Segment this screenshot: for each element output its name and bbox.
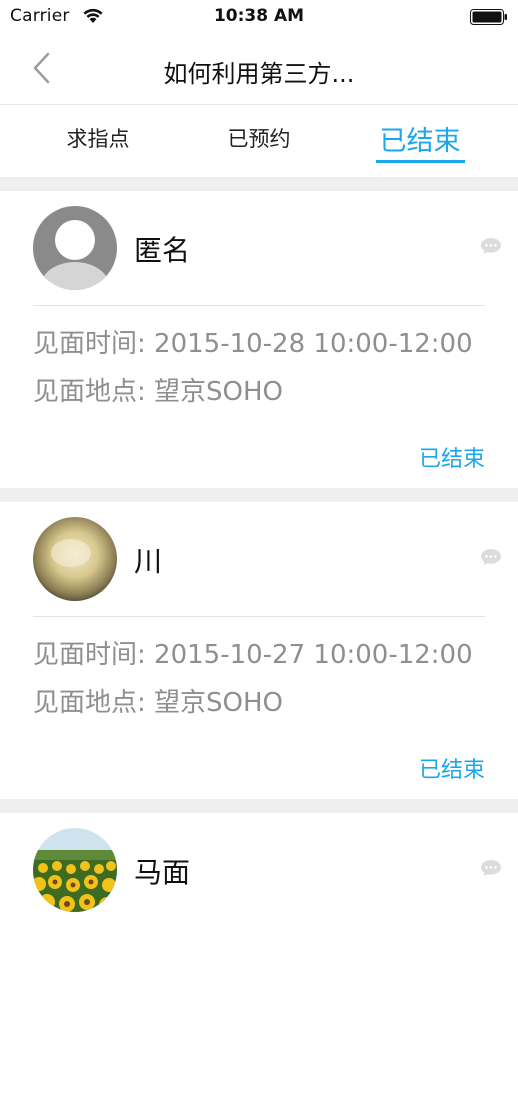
- tab-booked[interactable]: 已预约: [173, 123, 345, 173]
- meeting-time-row: 见面时间: 2015-10-28 10:00-12:00: [33, 323, 473, 360]
- user-name: 马面: [134, 856, 191, 889]
- section-separator: [0, 488, 518, 502]
- meeting-time-value: 2015-10-28 10:00-12:00: [154, 329, 473, 359]
- user-name: 匿名: [134, 234, 191, 267]
- meeting-place-row: 见面地点: 望京SOHO: [33, 371, 283, 408]
- appointment-card[interactable]: 匿名 见面时间: 2015-10-28 10:00-12:00 见面地点: 望京…: [0, 191, 518, 488]
- tab-label: 已结束: [375, 119, 465, 163]
- meeting-time-value: 2015-10-27 10:00-12:00: [154, 640, 473, 670]
- meeting-time-label: 见面时间:: [33, 329, 146, 359]
- page-title: 如何利用第三方...: [163, 60, 355, 88]
- avatar: [33, 517, 117, 601]
- appointment-card[interactable]: 川 见面时间: 2015-10-27 10:00-12:00 见面地点: 望京S…: [0, 502, 518, 799]
- appointment-list: 匿名 见面时间: 2015-10-28 10:00-12:00 见面地点: 望京…: [0, 177, 518, 1110]
- default-avatar-icon: [33, 206, 117, 290]
- user-name: 川: [134, 545, 163, 578]
- tab-label: 求指点: [66, 127, 130, 151]
- section-separator: [0, 799, 518, 813]
- meeting-place-label: 见面地点:: [33, 688, 146, 718]
- segment-tabs: 求指点 已预约 已结束: [0, 105, 518, 177]
- appointment-card[interactable]: 马面: [0, 813, 518, 1110]
- chat-bubble-icon[interactable]: [480, 859, 502, 877]
- meeting-time-label: 见面时间:: [33, 640, 146, 670]
- divider: [33, 305, 485, 306]
- status-bar: Carrier 10:38 AM: [0, 0, 518, 34]
- tab-finished[interactable]: 已结束: [334, 123, 506, 173]
- clock: 10:38 AM: [213, 6, 305, 26]
- divider: [33, 616, 485, 617]
- meeting-place-value: 望京SOHO: [154, 688, 284, 718]
- meeting-place-value: 望京SOHO: [154, 377, 284, 407]
- status-label[interactable]: 已结束: [419, 441, 485, 473]
- tab-label: 已预约: [227, 127, 291, 151]
- meeting-place-label: 见面地点:: [33, 377, 146, 407]
- photo-avatar-icon: [33, 517, 117, 601]
- chat-bubble-icon[interactable]: [480, 237, 502, 255]
- back-chevron-icon[interactable]: [26, 48, 56, 88]
- tab-ask-advice[interactable]: 求指点: [12, 123, 184, 173]
- avatar: [33, 206, 117, 290]
- battery-icon: [470, 9, 507, 25]
- status-label[interactable]: 已结束: [419, 752, 485, 784]
- avatar: [33, 828, 117, 912]
- sunflower-avatar-icon: [33, 828, 117, 912]
- section-separator: [0, 177, 518, 191]
- meeting-place-row: 见面地点: 望京SOHO: [33, 682, 283, 719]
- meeting-time-row: 见面时间: 2015-10-27 10:00-12:00: [33, 634, 473, 671]
- navigation-bar: 如何利用第三方...: [0, 34, 518, 105]
- chat-bubble-icon[interactable]: [480, 548, 502, 566]
